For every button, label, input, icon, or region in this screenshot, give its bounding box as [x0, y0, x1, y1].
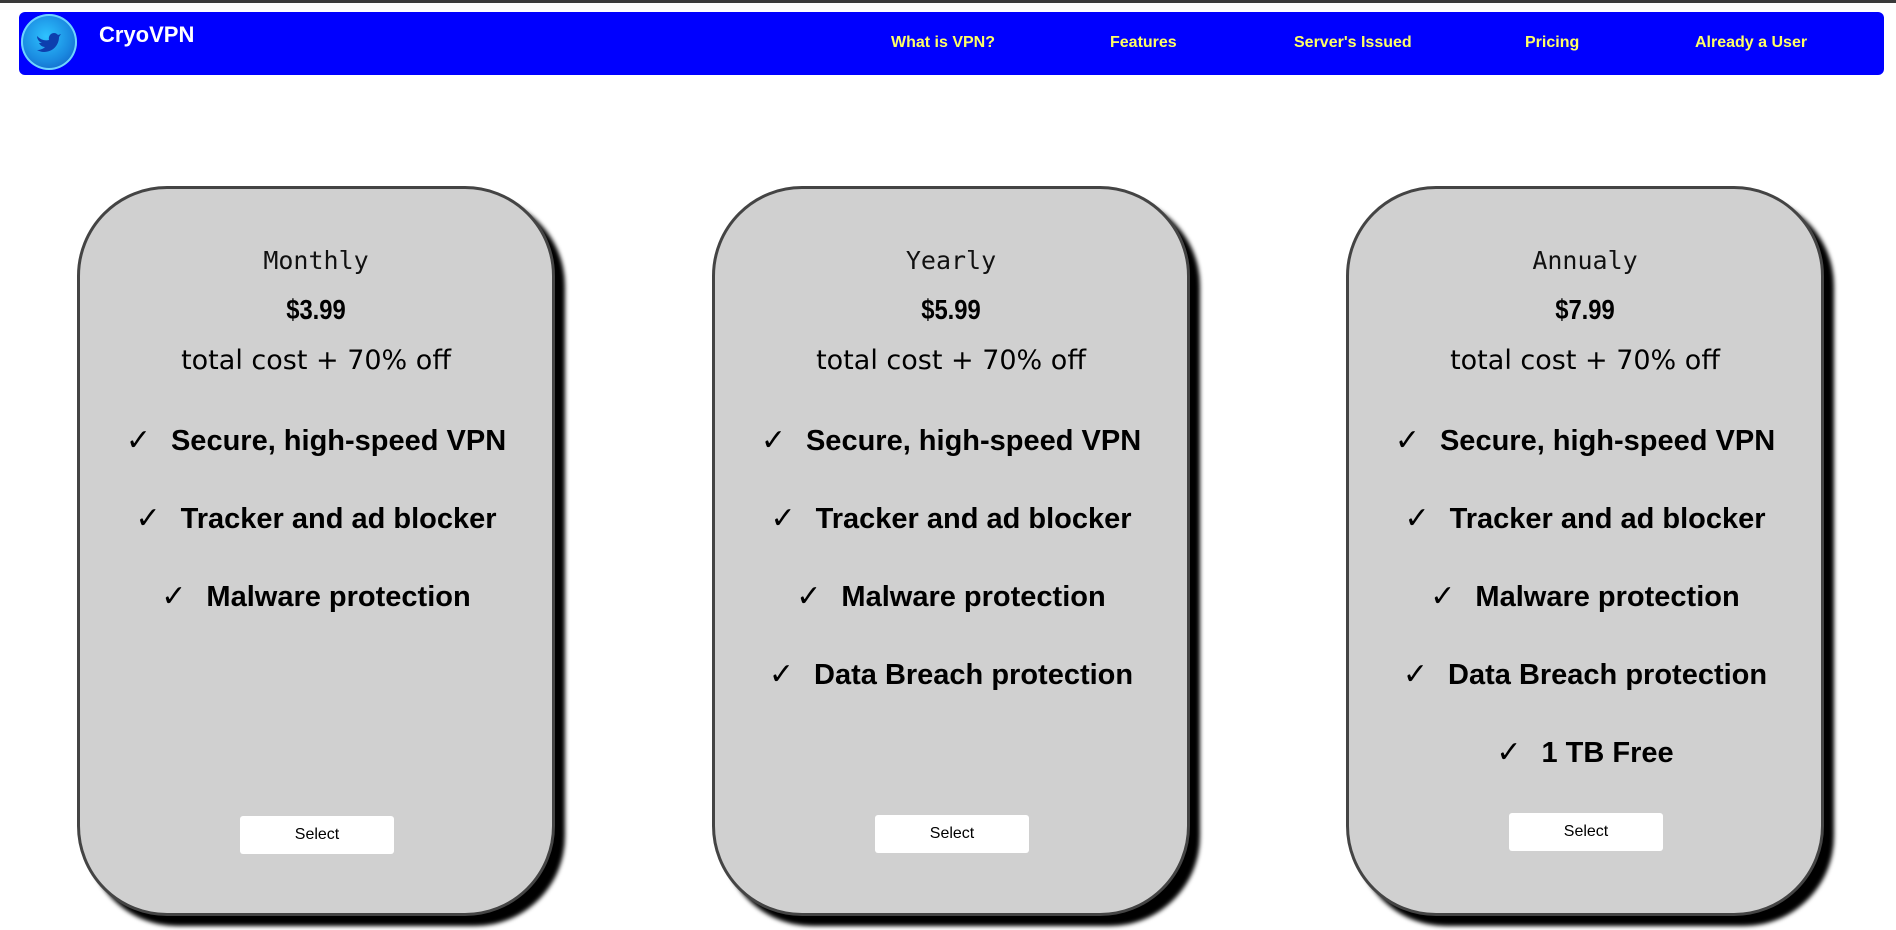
plan-price: $3.99	[286, 294, 346, 325]
feature-item: ✓ Data Breach protection	[1349, 657, 1821, 735]
plan-note: total cost + 70% off	[181, 345, 451, 376]
plan-card-monthly: Monthly $3.99 total cost + 70% off ✓ Secu…	[77, 186, 555, 916]
feature-item: ✓ Tracker and ad blocker	[1349, 501, 1821, 579]
feature-item: ✓ Malware protection	[1349, 579, 1821, 657]
check-icon: ✓	[796, 579, 822, 614]
nav-features[interactable]: Features	[1110, 34, 1177, 52]
feature-item: ✓ Tracker and ad blocker	[80, 501, 552, 579]
feature-list: ✓ Secure, high-speed VPN ✓ Tracker and ad …	[80, 423, 552, 657]
feature-list: ✓ Secure, high-speed VPN ✓ Tracker and ad …	[1349, 423, 1821, 813]
feature-label: Data Breach protection	[1448, 659, 1768, 691]
feature-label: Secure, high-speed VPN	[1439, 425, 1776, 457]
bird-icon[interactable]	[21, 14, 77, 70]
feature-item: ✓ Malware protection	[715, 579, 1187, 657]
feature-item: ✓ 1 TB Free	[1349, 735, 1821, 813]
plan-price: $7.99	[1555, 294, 1615, 325]
plan-card-yearly: Yearly $5.99 total cost + 70% off ✓ Secur…	[712, 186, 1190, 916]
feature-label: Tracker and ad blocker	[1449, 503, 1766, 535]
feature-label: Secure, high-speed VPN	[805, 425, 1142, 457]
feature-label: 1 TB Free	[1541, 737, 1674, 769]
nav-pricing[interactable]: Pricing	[1525, 34, 1579, 52]
plan-note: total cost + 70% off	[1450, 345, 1720, 376]
check-icon: ✓	[125, 423, 151, 458]
feature-item: ✓ Tracker and ad blocker	[715, 501, 1187, 579]
feature-item: ✓ Data Breach protection	[715, 657, 1187, 735]
check-icon: ✓	[770, 501, 796, 536]
select-button-yearly[interactable]: Select	[875, 815, 1029, 853]
plan-name: Annualy	[1532, 246, 1638, 275]
check-icon: ✓	[135, 501, 161, 536]
nav-servers-issued[interactable]: Server's Issued	[1294, 34, 1412, 52]
feature-item: ✓ Malware protection	[80, 579, 552, 657]
check-icon: ✓	[161, 579, 187, 614]
feature-label: Malware protection	[1475, 581, 1740, 613]
top-border	[0, 0, 1896, 3]
feature-label: Data Breach protection	[814, 659, 1134, 691]
plan-name: Monthly	[263, 246, 369, 275]
feature-label: Tracker and ad blocker	[815, 503, 1132, 535]
feature-item: ✓ Secure, high-speed VPN	[80, 423, 552, 501]
nav-what-is-vpn[interactable]: What is VPN?	[891, 34, 995, 52]
feature-item: ✓ Secure, high-speed VPN	[1349, 423, 1821, 501]
plan-card-annualy: Annualy $7.99 total cost + 70% off ✓ Secu…	[1346, 186, 1824, 916]
feature-label: Secure, high-speed VPN	[170, 425, 507, 457]
check-icon: ✓	[1402, 657, 1429, 692]
feature-label: Tracker and ad blocker	[180, 503, 497, 535]
plan-note: total cost + 70% off	[816, 345, 1086, 376]
check-icon: ✓	[1430, 579, 1456, 614]
check-icon: ✓	[1404, 501, 1430, 536]
navbar: CryoVPN What is VPN? Features Server's I…	[19, 12, 1884, 75]
check-icon: ✓	[1394, 423, 1420, 458]
brand-name: CryoVPN	[99, 22, 195, 47]
nav-already-a-user[interactable]: Already a User	[1695, 34, 1807, 52]
plan-name: Yearly	[905, 246, 997, 275]
select-button-annualy[interactable]: Select	[1509, 813, 1663, 851]
feature-item: ✓ Secure, high-speed VPN	[715, 423, 1187, 501]
check-icon: ✓	[760, 423, 786, 458]
feature-label: Malware protection	[841, 581, 1106, 613]
feature-label: Malware protection	[206, 581, 471, 613]
check-icon: ✓	[768, 657, 795, 692]
check-icon: ✓	[1496, 735, 1522, 770]
feature-list: ✓ Secure, high-speed VPN ✓ Tracker and ad …	[715, 423, 1187, 735]
select-button-monthly[interactable]: Select	[240, 816, 394, 854]
plan-price: $5.99	[921, 294, 981, 325]
